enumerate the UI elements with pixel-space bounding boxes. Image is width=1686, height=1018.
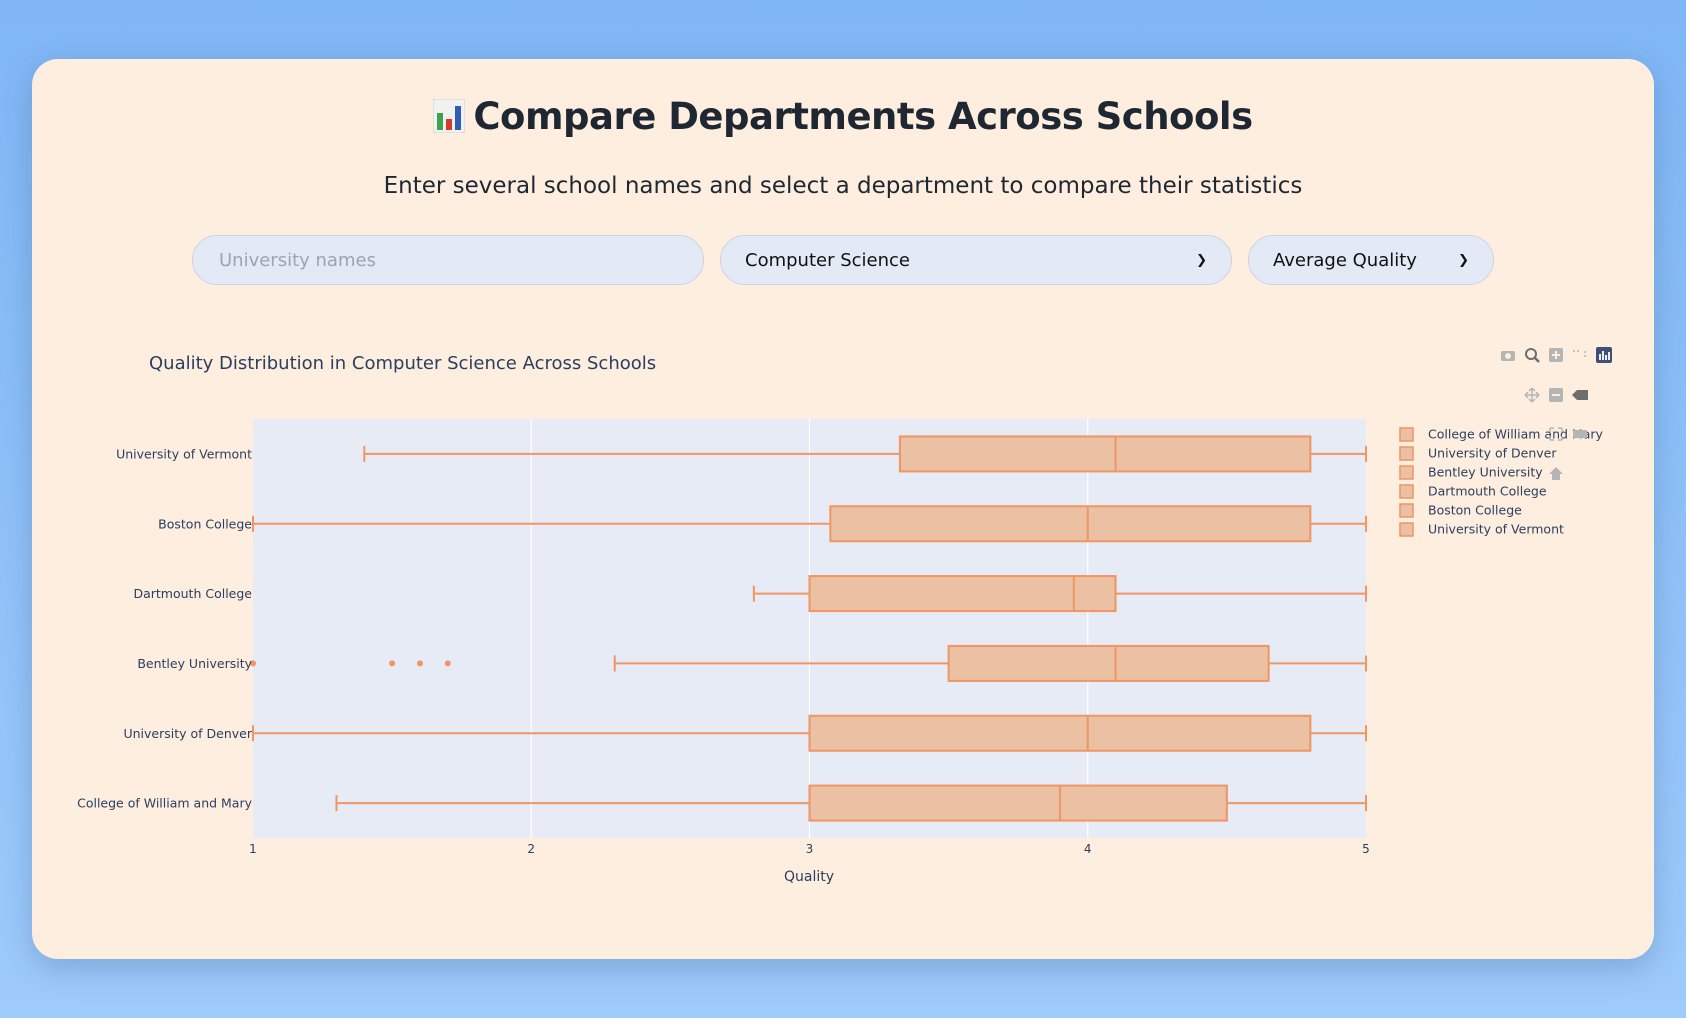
- page-title-text: Compare Departments Across Schools: [473, 95, 1253, 138]
- zoom-in-icon[interactable]: [1549, 348, 1563, 362]
- school-names-field[interactable]: [192, 235, 704, 285]
- camera-lens: [1505, 353, 1511, 359]
- reset-icon[interactable]: [1573, 430, 1587, 438]
- metric-select-value: Average Quality: [1273, 249, 1417, 271]
- main-card: Compare Departments Across Schools Enter…: [32, 59, 1654, 959]
- zoom-out-icon[interactable]: [1549, 388, 1563, 402]
- school-names-input[interactable]: [217, 248, 679, 272]
- chevron-down-icon: ❯: [1458, 252, 1469, 268]
- bar-chart-icon: [432, 98, 466, 142]
- department-select[interactable]: Computer Science ❯: [720, 235, 1232, 285]
- plotly-logo-icon[interactable]: [1596, 347, 1612, 363]
- department-select-value: Computer Science: [745, 249, 910, 271]
- reset-bar: [1573, 430, 1587, 438]
- page-subtitle: Enter several school names and select a …: [383, 173, 1303, 199]
- page-title: Compare Departments Across Schools: [32, 95, 1654, 142]
- chevron-down-icon: ❯: [1196, 252, 1207, 268]
- metric-select[interactable]: Average Quality ❯: [1248, 235, 1494, 285]
- camera-icon[interactable]: [1501, 351, 1515, 361]
